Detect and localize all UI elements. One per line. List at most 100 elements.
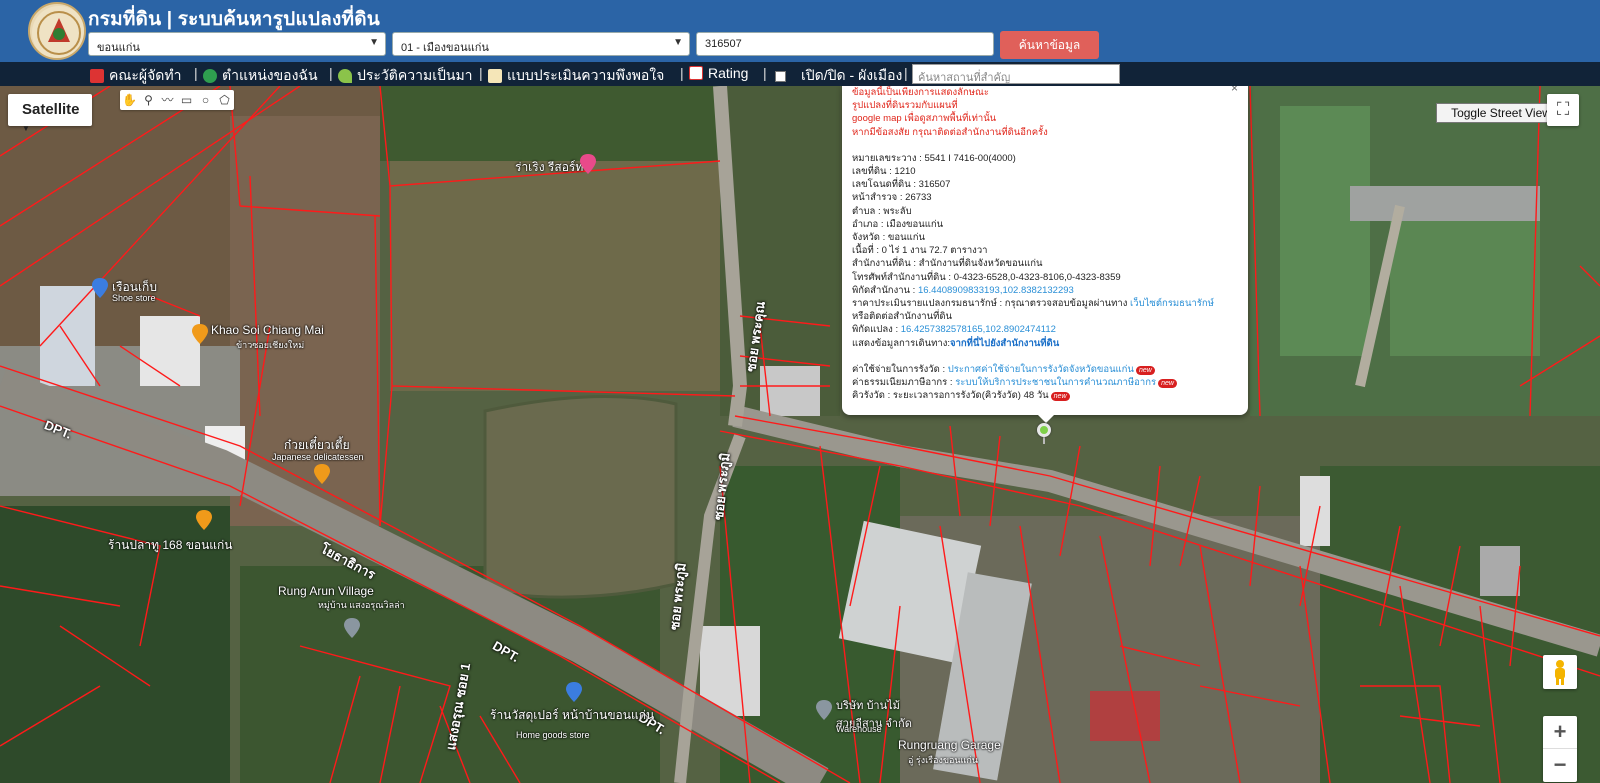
info-row: หมายเลขระวาง : 5541 I 7416-00(4000) <box>852 152 1236 165</box>
info-row: ค่าใช้จ่ายในการรังวัด : ประกาศค่าใช้จ่าย… <box>852 363 1236 376</box>
route-link[interactable]: จากที่นี่ไปยังสำนักงานที่ดิน <box>950 338 1059 349</box>
rectangle-icon[interactable]: ▭ <box>177 90 196 110</box>
garage-label[interactable]: Rungruang Garage <box>898 738 1001 752</box>
nav-label: ประวัติความเป็นมา <box>357 67 473 83</box>
japanese-deli-sublabel: Japanese delicatessen <box>272 452 364 462</box>
district-select-value: 01 - เมืองขอนแก่น <box>401 42 489 54</box>
restaurant-label[interactable]: ร้านปลาทู 168 ขอนแก่น <box>108 536 233 555</box>
district-select[interactable]: 01 - เมืองขอนแก่น ▼ <box>392 32 690 56</box>
city-plan-toggle[interactable]: เปิด/ปิด - ผังเมือง <box>775 65 902 87</box>
close-icon[interactable]: × <box>1231 86 1238 95</box>
shopping-pin-icon[interactable] <box>92 278 108 298</box>
chevron-down-icon: ▼ <box>673 37 683 48</box>
hotel-pin-icon[interactable] <box>580 154 596 174</box>
chevron-down-icon: ▼ <box>369 37 379 48</box>
parcel-coord-link[interactable]: 16.4257382578165,102.8902474112 <box>901 324 1056 335</box>
info-row: พิกัดสำนักงาน : 16.4408909833193,102.838… <box>852 284 1236 297</box>
nav-separator: | <box>680 65 684 81</box>
info-sep: : <box>947 377 956 389</box>
info-sep: : <box>873 245 882 257</box>
zoom-control: + − <box>1543 716 1577 782</box>
chart-icon <box>689 66 703 80</box>
search-button[interactable]: ค้นหาข้อมูล <box>1000 31 1099 59</box>
header: กรมที่ดิน | ระบบค้นหารูปแปลงที่ดิน ขอนแก… <box>0 0 1600 62</box>
rung-arun-sublabel: หมู่บ้าน แสงอรุณวิลล่า <box>318 600 405 610</box>
restaurant-pin-icon[interactable] <box>314 464 330 484</box>
info-value: 316507 <box>918 179 951 191</box>
app-window: กรมที่ดิน | ระบบค้นหารูปแปลงที่ดิน ขอนแก… <box>0 0 1600 783</box>
nav-item-credits[interactable]: คณะผู้จัดทำ <box>90 65 181 87</box>
map-type-select[interactable]: Satellite ▼ <box>8 94 92 133</box>
supply-store-label[interactable]: ร้านวัสดุเปอร์ หน้าบ้านขอนแก่น <box>490 706 654 725</box>
survey-fee-link[interactable]: ประกาศค่าใช้จ่ายในการรังวัดจังหวัดขอนแก่… <box>948 364 1134 375</box>
info-key: คิวรังวัด <box>852 390 885 402</box>
rung-arun-label[interactable]: Rung Arun Village <box>278 584 374 598</box>
treasury-website-link[interactable]: เว็บไซต์กรมธนารักษ์ <box>1130 298 1214 309</box>
polygon-icon[interactable]: ⬠ <box>215 90 234 110</box>
sprout-icon <box>338 69 352 83</box>
info-value: สำนักงานที่ดินจังหวัดขอนแก่น <box>918 258 1043 270</box>
nav-item-survey[interactable]: แบบประเมินความพึงพอใจ <box>488 65 664 87</box>
restaurant-pin-icon[interactable] <box>196 510 212 530</box>
info-key: โทรศัพท์สำนักงานที่ดิน <box>852 271 946 283</box>
garage-sublabel: อู่ รุ่งเรืองขอนแก่น <box>908 755 978 765</box>
info-sep: : <box>884 390 893 402</box>
info-key: ตำบล <box>852 205 876 217</box>
zoom-out-button[interactable]: − <box>1543 749 1577 782</box>
info-key: อำเภอ <box>852 218 879 230</box>
supply-store-sublabel: Home goods store <box>516 730 590 740</box>
circle-icon[interactable]: ○ <box>196 90 215 110</box>
info-key: เนื้อที่ <box>852 245 874 257</box>
info-row: เนื้อที่ : 0 ไร่ 1 งาน 72.7 ตารางวา <box>852 244 1236 257</box>
info-value: หรือติดต่อสำนักงานที่ดิน <box>852 311 953 323</box>
polyline-icon[interactable]: 〰 <box>158 90 177 110</box>
info-key: หมายเลขระวาง <box>852 152 917 164</box>
khao-soi-sublabel: ข้าวซอยเชียงใหม่ <box>236 340 305 350</box>
hand-icon[interactable]: ✋ <box>120 90 139 110</box>
info-row: เลขโฉนดที่ดิน : 316507 <box>852 178 1236 191</box>
info-row: โทรศัพท์สำนักงานที่ดิน : 0-4323-6528,0-4… <box>852 271 1236 284</box>
nav-separator: | <box>194 65 198 81</box>
info-sep: : <box>910 284 918 296</box>
office-coord-link[interactable]: 16.4408909833193,102.8382132293 <box>918 285 1074 296</box>
satellite-imagery <box>0 86 1600 783</box>
place-pin-icon[interactable] <box>344 618 360 638</box>
parcel-marker-icon[interactable] <box>1037 423 1051 437</box>
info-key: เลขที่ดิน <box>852 166 887 178</box>
info-row: ค่าธรรมเนียมภาษีอากร : ระบบให้บริการประช… <box>852 376 1236 389</box>
team-icon <box>90 69 104 83</box>
info-key: พิกัดสำนักงาน <box>852 284 911 296</box>
fullscreen-icon[interactable]: ⛶ <box>1547 94 1579 126</box>
info-sep: : <box>945 271 954 283</box>
info-key: แสดงข้อมูลการเดินทาง: <box>852 337 950 349</box>
nav-item-rating[interactable]: Rating <box>689 65 748 81</box>
zoom-in-button[interactable]: + <box>1543 716 1577 749</box>
info-row: ราคาประเมินรายแปลงกรมธนารักษ์ : กรุณาตรว… <box>852 297 1236 310</box>
khao-soi-label[interactable]: Khao Soi Chiang Mai <box>211 323 324 337</box>
place-pin-icon[interactable] <box>816 700 832 720</box>
resort-label[interactable]: ร่าเริง รีสอร์ท <box>515 158 583 177</box>
nav-separator: | <box>904 65 908 81</box>
restaurant-pin-icon[interactable] <box>192 324 208 344</box>
info-key: จังหวัด <box>852 232 880 244</box>
info-row: หรือติดต่อสำนักงานที่ดิน <box>852 310 1236 323</box>
disclaimer-line: หากมีข้อสงสัย กรุณาติดต่อสำนักงานที่ดินอ… <box>852 126 1048 138</box>
navbar: คณะผู้จัดทำ | ตำแหน่งของฉัน | ประวัติควา… <box>0 62 1600 86</box>
parcel-number-input[interactable]: 316507 <box>696 32 994 56</box>
info-sep: : <box>996 298 1005 310</box>
marker-icon[interactable]: ⚲ <box>139 90 158 110</box>
province-select-value: ขอนแก่น <box>97 42 140 54</box>
nav-item-my-location[interactable]: ตำแหน่งของฉัน <box>203 65 318 87</box>
tax-calculator-link[interactable]: ระบบให้บริการประชาชนในการคำนวณภาษีอากร <box>955 377 1156 388</box>
notepad-icon <box>488 69 502 83</box>
city-plan-checkbox[interactable] <box>775 70 786 82</box>
marker-stem <box>1043 436 1045 444</box>
map-canvas[interactable]: ร่าเริง รีสอร์ท เรือนเก็บ Shoe store Kha… <box>0 86 1600 783</box>
shopping-pin-icon[interactable] <box>566 682 582 702</box>
place-search-input[interactable]: ค้นหาสถานที่สำคัญ <box>912 64 1120 84</box>
nav-item-history[interactable]: ประวัติความเป็นมา <box>338 65 473 87</box>
pegman-icon[interactable] <box>1543 655 1577 689</box>
province-select[interactable]: ขอนแก่น ▼ <box>88 32 386 56</box>
globe-icon <box>203 69 217 83</box>
info-key: ราคาประเมินรายแปลงกรมธนารักษ์ <box>852 298 997 310</box>
